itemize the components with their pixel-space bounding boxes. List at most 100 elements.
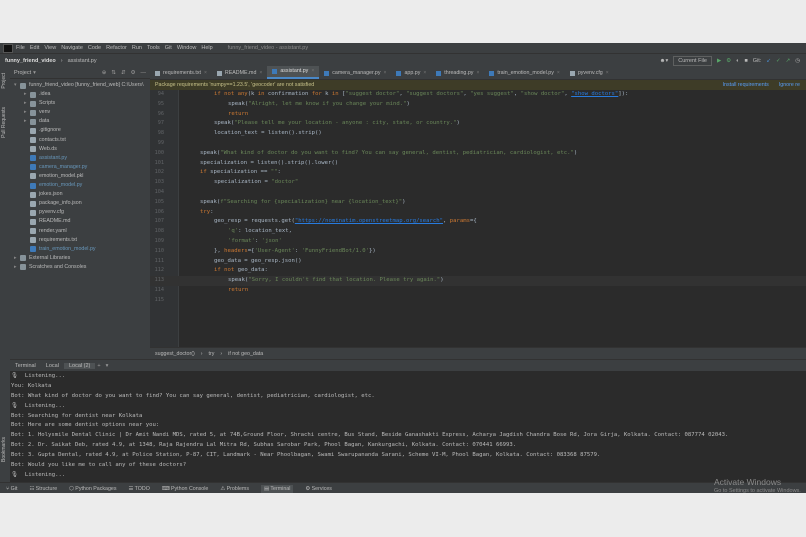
tree-item[interactable]: ▸ Scripts xyxy=(10,99,150,108)
tool-window-button[interactable]: ⌨ Python Console xyxy=(162,486,209,492)
close-icon[interactable]: × xyxy=(384,68,387,79)
code-line[interactable]: 101 specialization = listen().strip().low… xyxy=(150,159,806,169)
tool-window-button[interactable]: ☰ TODO xyxy=(129,486,150,492)
editor-tab[interactable]: requirements.txt × xyxy=(150,68,212,79)
tree-item[interactable]: ▸ .idea xyxy=(10,90,150,99)
menu-edit[interactable]: Edit xyxy=(30,45,39,51)
terminal-output[interactable]: 🎙 Listening... You: Kolkata Bot: What kind… xyxy=(10,372,728,493)
menu-help[interactable]: Help xyxy=(201,45,212,51)
code-line[interactable]: 110}, headers={'User-Agent': 'FunnyFrien… xyxy=(150,247,806,257)
chevron-down-icon[interactable]: ▾ xyxy=(106,363,109,369)
tree-item[interactable]: emotion_model.py xyxy=(10,181,150,190)
editor-tab[interactable]: README.md × xyxy=(212,68,267,79)
menu-refactor[interactable]: Refactor xyxy=(106,45,127,51)
tree-item[interactable]: emotion_model.pkl xyxy=(10,172,150,181)
code-line[interactable]: 96 return xyxy=(150,110,806,120)
collapse-all-icon[interactable]: ⇵ xyxy=(121,70,126,76)
editor-tab[interactable]: assistant.py × xyxy=(267,66,320,79)
run-configuration-select[interactable]: Current File xyxy=(673,56,712,66)
git-push-icon[interactable]: ↗ xyxy=(786,58,791,64)
tree-item[interactable]: train_emotion_model.py xyxy=(10,245,150,254)
breadcrumb-function[interactable]: suggest_doctor() xyxy=(155,351,195,357)
code-line[interactable]: 112 if not geo_data: xyxy=(150,266,806,276)
editor-tab[interactable]: app.py × xyxy=(391,68,431,79)
close-icon[interactable]: × xyxy=(606,68,609,79)
editor-tab[interactable]: threading.py × xyxy=(431,68,484,79)
menu-file[interactable]: File xyxy=(16,45,25,51)
stop-icon[interactable]: ■ xyxy=(744,58,747,64)
tree-item[interactable]: ▸ Scratches and Consoles xyxy=(10,263,150,272)
code-line[interactable]: 107 geo_resp = requests.get("https://nomi… xyxy=(150,217,806,227)
code-line[interactable]: 100 speak("What kind of doctor do you wan… xyxy=(150,149,806,159)
tree-item[interactable]: ▸ data xyxy=(10,117,150,126)
tree-item[interactable]: assistant.py xyxy=(10,154,150,163)
menu-tools[interactable]: Tools xyxy=(147,45,160,51)
code-line[interactable]: 113 speak("Sorry, I couldn't find that lo… xyxy=(150,276,806,286)
code-line[interactable]: 111 geo_data = geo_resp.json() xyxy=(150,257,806,267)
tree-item[interactable]: pyvenv.cfg xyxy=(10,208,150,217)
code-line[interactable]: 105 speak(f"Searching for {specialization… xyxy=(150,198,806,208)
menu-run[interactable]: Run xyxy=(132,45,142,51)
menu-git[interactable]: Git xyxy=(165,45,172,51)
terminal-tab-local[interactable]: Local xyxy=(41,363,64,369)
menu-code[interactable]: Code xyxy=(88,45,101,51)
locate-file-icon[interactable]: ⊕ xyxy=(102,70,107,76)
code-line[interactable]: 98 location_text = listen().strip() xyxy=(150,129,806,139)
tree-item[interactable]: requirements.txt xyxy=(10,236,150,245)
code-line[interactable]: 104 xyxy=(150,188,806,198)
tree-item[interactable]: ▾ funny_friend_video [funny_friend_web] C… xyxy=(10,81,150,90)
tree-item[interactable]: contacts.txt xyxy=(10,136,150,145)
expand-all-icon[interactable]: ⇅ xyxy=(111,70,116,76)
close-icon[interactable]: × xyxy=(311,66,314,77)
breadcrumb-file[interactable]: assistant.py xyxy=(68,58,97,64)
code-line[interactable]: 102 if specialization == "": xyxy=(150,168,806,178)
history-icon[interactable]: ◷ xyxy=(795,58,800,64)
chevron-down-icon[interactable]: ▾ xyxy=(33,70,36,76)
git-update-icon[interactable]: ↙ xyxy=(766,58,771,64)
breadcrumb-try-block[interactable]: try xyxy=(209,351,215,357)
menu-view[interactable]: View xyxy=(44,45,56,51)
code-line[interactable]: 114 return xyxy=(150,286,806,296)
editor-tab[interactable]: pyvenv.cfg × xyxy=(565,68,614,79)
tool-window-button[interactable]: ⚙ Services xyxy=(305,486,332,492)
tree-item[interactable]: package_info.json xyxy=(10,199,150,208)
tree-item[interactable]: ▸ External Libraries xyxy=(10,254,150,263)
add-tab-icon[interactable]: + xyxy=(97,363,100,369)
tree-item[interactable]: README.md xyxy=(10,217,150,226)
project-panel-title[interactable]: Project xyxy=(14,70,31,76)
tool-window-button[interactable]: ⬡ Python Packages xyxy=(69,486,116,492)
tool-window-button[interactable]: ⑂ Git xyxy=(6,486,17,492)
tree-item[interactable]: ▸ venv xyxy=(10,108,150,117)
tree-item[interactable]: camera_manager.py xyxy=(10,163,150,172)
tool-window-button[interactable]: ▤ Terminal xyxy=(261,484,294,493)
tree-item[interactable]: Web.ds xyxy=(10,145,150,154)
code-line[interactable]: 109 'format': 'json' xyxy=(150,237,806,247)
close-icon[interactable]: × xyxy=(423,68,426,79)
gear-icon[interactable]: ⚙ xyxy=(131,70,136,76)
tool-window-button[interactable]: ☷ Structure xyxy=(29,486,57,492)
breadcrumb-project[interactable]: funny_friend_video xyxy=(5,58,56,64)
code-line[interactable]: 94 if not any(k in confirmation for k in … xyxy=(150,90,806,100)
hide-icon[interactable]: — xyxy=(141,70,147,76)
code-line[interactable]: 106 try: xyxy=(150,208,806,218)
git-commit-icon[interactable]: ✓ xyxy=(776,58,781,64)
close-icon[interactable]: × xyxy=(476,68,479,79)
close-icon[interactable]: × xyxy=(259,68,262,79)
code-line[interactable]: 108 'q': location_text, xyxy=(150,227,806,237)
code-line[interactable]: 97 speak("Please tell me your location - … xyxy=(150,119,806,129)
code-line[interactable]: 99 xyxy=(150,139,806,149)
close-icon[interactable]: × xyxy=(204,68,207,79)
install-requirements-link[interactable]: Install requirements xyxy=(723,82,769,88)
tree-item[interactable]: render.yaml xyxy=(10,227,150,236)
tree-item[interactable]: .gitignore xyxy=(10,126,150,135)
code-line[interactable]: 115 xyxy=(150,296,806,306)
ignore-requirements-link[interactable]: Ignore re xyxy=(779,82,800,88)
debug-icon[interactable]: ⚙ xyxy=(726,58,731,64)
menu-window[interactable]: Window xyxy=(177,45,197,51)
terminal-tab-local-2[interactable]: Local (2) xyxy=(63,362,96,369)
editor-tab[interactable]: train_emotion_model.py × xyxy=(484,68,564,79)
user-icon[interactable]: ☻▾ xyxy=(660,58,669,64)
code-area[interactable]: 94 if not any(k in confirmation for k in … xyxy=(150,90,806,347)
coverage-icon[interactable]: ◐ xyxy=(736,58,739,64)
editor-tab[interactable]: camera_manager.py × xyxy=(319,68,391,79)
